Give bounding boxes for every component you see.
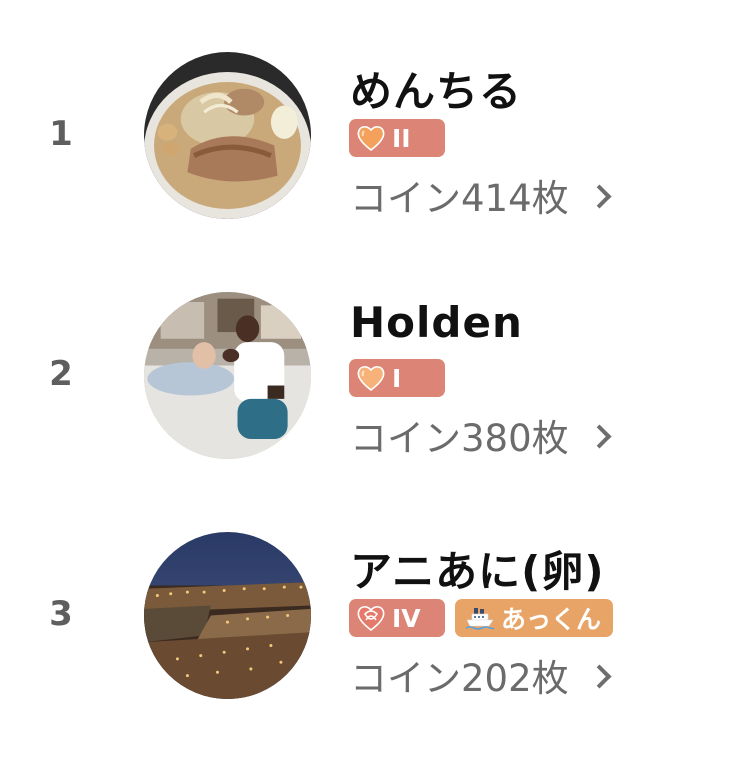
- rank-number: 3: [49, 594, 73, 634]
- ship-icon: [465, 608, 495, 630]
- ranking-row[interactable]: 2 Holden I コイン380枚: [0, 240, 741, 480]
- ramen-photo: [144, 52, 311, 219]
- chevron-right-icon: [587, 663, 612, 689]
- level-label: I: [392, 363, 402, 393]
- chevron-right-icon: [587, 183, 612, 209]
- badge-group: II: [349, 119, 445, 157]
- orange-heart-icon: [357, 126, 385, 152]
- level-badge: IV: [349, 599, 445, 637]
- rank-number: 2: [49, 354, 73, 394]
- badge-group: I: [349, 359, 445, 397]
- orange-heart-icon: [357, 366, 385, 392]
- ranking-row[interactable]: 3 アニあに(卵) IV あっくん コイン202枚: [0, 480, 741, 720]
- coin-count: コイン380枚: [350, 417, 569, 460]
- level-badge: I: [349, 359, 445, 397]
- level-badge: II: [349, 119, 445, 157]
- ranking-list: 1 めんちる II コイン414枚 2 Holden I コイン380枚 3 ア…: [0, 0, 741, 757]
- title-badge: あっくん: [455, 599, 614, 637]
- heart-knot-icon: [357, 606, 385, 632]
- night-view-photo: [144, 532, 311, 699]
- hospital-photo: [144, 292, 311, 459]
- badge-group: IV あっくん: [349, 599, 614, 637]
- coin-count-link[interactable]: コイン414枚: [350, 168, 612, 222]
- ranking-row[interactable]: 1 めんちる II コイン414枚: [0, 0, 741, 240]
- avatar[interactable]: [144, 532, 311, 699]
- level-label: II: [392, 123, 411, 153]
- coin-count-link[interactable]: コイン380枚: [350, 408, 612, 462]
- user-name: Holden: [350, 298, 523, 347]
- avatar[interactable]: [144, 52, 311, 219]
- title-label: あっくん: [501, 605, 602, 634]
- rank-number: 1: [49, 114, 73, 154]
- coin-count-link[interactable]: コイン202枚: [350, 648, 612, 702]
- level-label: IV: [392, 603, 421, 633]
- chevron-right-icon: [587, 423, 612, 449]
- avatar[interactable]: [144, 292, 311, 459]
- coin-count: コイン202枚: [350, 657, 569, 700]
- user-name: アニあに(卵): [350, 547, 605, 596]
- coin-count: コイン414枚: [350, 177, 569, 220]
- user-name: めんちる: [350, 67, 523, 116]
